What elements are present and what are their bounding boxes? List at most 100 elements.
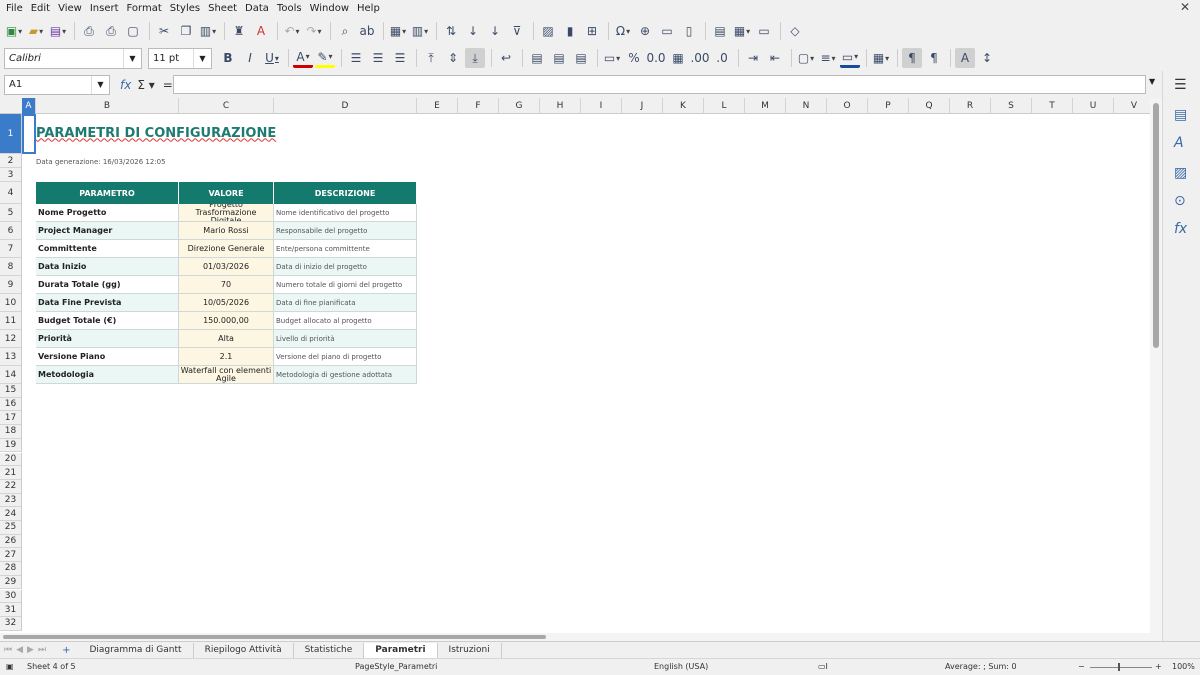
column-header[interactable]: F (458, 98, 499, 114)
freeze-rows-columns-icon[interactable]: ▦ (732, 21, 752, 41)
column-header[interactable]: L (704, 98, 745, 114)
zoom-slider-handle[interactable] (1118, 663, 1120, 671)
param-value-cell[interactable]: Mario Rossi (179, 222, 274, 240)
row-header[interactable]: 27 (0, 548, 22, 563)
print-preview-icon[interactable]: ▢ (123, 21, 143, 41)
column-header[interactable]: J (622, 98, 663, 114)
vertical-scrollbar[interactable] (1150, 98, 1162, 633)
selection-mode-icon[interactable]: ▭I (818, 662, 828, 671)
param-description-cell[interactable]: Livello di priorità (274, 330, 417, 348)
name-box[interactable]: A1 ▼ (4, 74, 110, 95)
zoom-slider[interactable] (1090, 667, 1152, 668)
previous-sheet-icon[interactable]: ◀ (16, 645, 23, 655)
param-value-cell[interactable]: 01/03/2026 (179, 258, 274, 276)
column-header[interactable]: H (540, 98, 581, 114)
param-value-cell[interactable]: 70 (179, 276, 274, 294)
split-window-icon[interactable]: ▭ (754, 21, 774, 41)
param-description-cell[interactable]: Budget allocato al progetto (274, 312, 417, 330)
row-header[interactable]: 18 (0, 425, 22, 439)
spelling-icon[interactable]: ab (357, 21, 377, 41)
left-to-right-icon[interactable]: ¶ (902, 48, 922, 68)
show-draw-functions-icon[interactable]: ◇ (785, 21, 805, 41)
generation-date[interactable]: Data generazione: 16/03/2026 12:05 (36, 155, 336, 169)
param-description-cell[interactable]: Ente/persona committente (274, 240, 417, 258)
currency-format-icon[interactable]: ▭ (602, 48, 622, 68)
headers-footers-icon[interactable]: ▯ (679, 21, 699, 41)
column-header[interactable]: D (274, 98, 417, 114)
gallery-icon[interactable]: ▨ (1174, 165, 1187, 181)
tab-riepilogo-attivita[interactable]: Riepilogo Attività (194, 642, 294, 658)
menu-insert[interactable]: Insert (86, 3, 123, 14)
italic-icon[interactable]: I (240, 48, 260, 68)
tab-statistiche[interactable]: Statistiche (294, 642, 365, 658)
row-header[interactable]: 8 (0, 258, 22, 276)
date-format-icon[interactable]: ▦ (668, 48, 688, 68)
merge-cells-icon[interactable]: ▤ (549, 48, 569, 68)
align-center-icon[interactable]: ☰ (368, 48, 388, 68)
row-header[interactable]: 1 (0, 114, 22, 154)
zoom-out-icon[interactable]: − (1078, 662, 1085, 671)
document-modified-icon[interactable]: ▣ (6, 662, 14, 671)
column-header[interactable]: U (1073, 98, 1114, 114)
param-value-cell[interactable]: Alta (179, 330, 274, 348)
menu-window[interactable]: Window (306, 3, 353, 14)
row-header[interactable]: 14 (0, 366, 22, 384)
row-header[interactable]: 16 (0, 397, 22, 412)
menu-sheet[interactable]: Sheet (204, 3, 241, 14)
menu-data[interactable]: Data (241, 3, 273, 14)
menu-format[interactable]: Format (123, 3, 166, 14)
formula-icon[interactable]: = (163, 78, 173, 92)
clear-formatting-icon[interactable]: A (251, 21, 271, 41)
menu-view[interactable]: View (54, 3, 86, 14)
row-header[interactable]: 9 (0, 276, 22, 294)
tab-istruzioni[interactable]: Istruzioni (438, 642, 502, 658)
menu-edit[interactable]: Edit (27, 3, 54, 14)
param-value-cell[interactable]: Progetto Trasformazione Digitale (179, 204, 274, 222)
text-orientation-icon[interactable]: A (955, 48, 975, 68)
paste-icon[interactable]: ▥ (198, 21, 218, 41)
sum-icon[interactable]: Σ ▾ (137, 78, 154, 92)
comment-icon[interactable]: ▭ (657, 21, 677, 41)
chevron-down-icon[interactable]: ▼ (91, 75, 109, 94)
param-value-cell[interactable]: 10/05/2026 (179, 294, 274, 312)
param-description-cell[interactable]: Numero totale di giorni del progetto (274, 276, 417, 294)
formula-input[interactable] (173, 75, 1146, 94)
param-value-cell[interactable]: 150.000,00 (179, 312, 274, 330)
functions-icon[interactable]: fx (1174, 221, 1187, 237)
param-name-cell[interactable]: Metodologia (36, 366, 179, 384)
row-header[interactable]: 19 (0, 438, 22, 453)
percent-format-icon[interactable]: % (624, 48, 644, 68)
column-header[interactable]: V (1114, 98, 1150, 114)
row-header[interactable]: 12 (0, 330, 22, 348)
zoom-level[interactable]: 100% (1172, 662, 1195, 671)
row-header[interactable]: 11 (0, 312, 22, 330)
number-format-icon[interactable]: 0.0 (646, 48, 666, 68)
row-header[interactable]: 25 (0, 521, 22, 535)
param-description-cell[interactable]: Nome identificativo del progetto (274, 204, 417, 222)
column-header[interactable]: M (745, 98, 786, 114)
font-size-combo[interactable]: 11 pt ▼ (148, 47, 212, 69)
header-descrizione[interactable]: DESCRIZIONE (274, 182, 417, 204)
param-name-cell[interactable]: Versione Piano (36, 348, 179, 366)
row-header[interactable]: 26 (0, 534, 22, 549)
column-header[interactable]: N (786, 98, 827, 114)
column-header[interactable]: T (1032, 98, 1073, 114)
row-header[interactable]: 31 (0, 603, 22, 617)
row-header[interactable]: 29 (0, 575, 22, 590)
pivot-table-icon[interactable]: ⊞ (582, 21, 602, 41)
scroll-thumb[interactable] (3, 635, 546, 639)
properties-icon[interactable]: ▤ (1174, 107, 1187, 123)
header-parametro[interactable]: PARAMETRO (36, 182, 179, 204)
row-header[interactable]: 3 (0, 168, 22, 182)
chevron-down-icon[interactable]: ▼ (123, 48, 141, 68)
vertical-text-icon[interactable]: ↕ (977, 48, 997, 68)
param-name-cell[interactable]: Nome Progetto (36, 204, 179, 222)
border-style-icon[interactable]: ≡ (818, 48, 838, 68)
export-pdf-icon[interactable]: ⎙ (79, 21, 99, 41)
open-folder-icon[interactable]: ▰ (26, 21, 46, 41)
define-print-area-icon[interactable]: ▤ (710, 21, 730, 41)
right-to-left-icon[interactable]: ¶ (924, 48, 944, 68)
sort-icon[interactable]: ⇅ (441, 21, 461, 41)
menu-help[interactable]: Help (353, 3, 384, 14)
spreadsheet-grid[interactable]: ABCDEFGHIJKLMNOPQRSTUV 1 2 3 4 5 6 7 8 9 10 11 12 13… (0, 98, 1150, 633)
